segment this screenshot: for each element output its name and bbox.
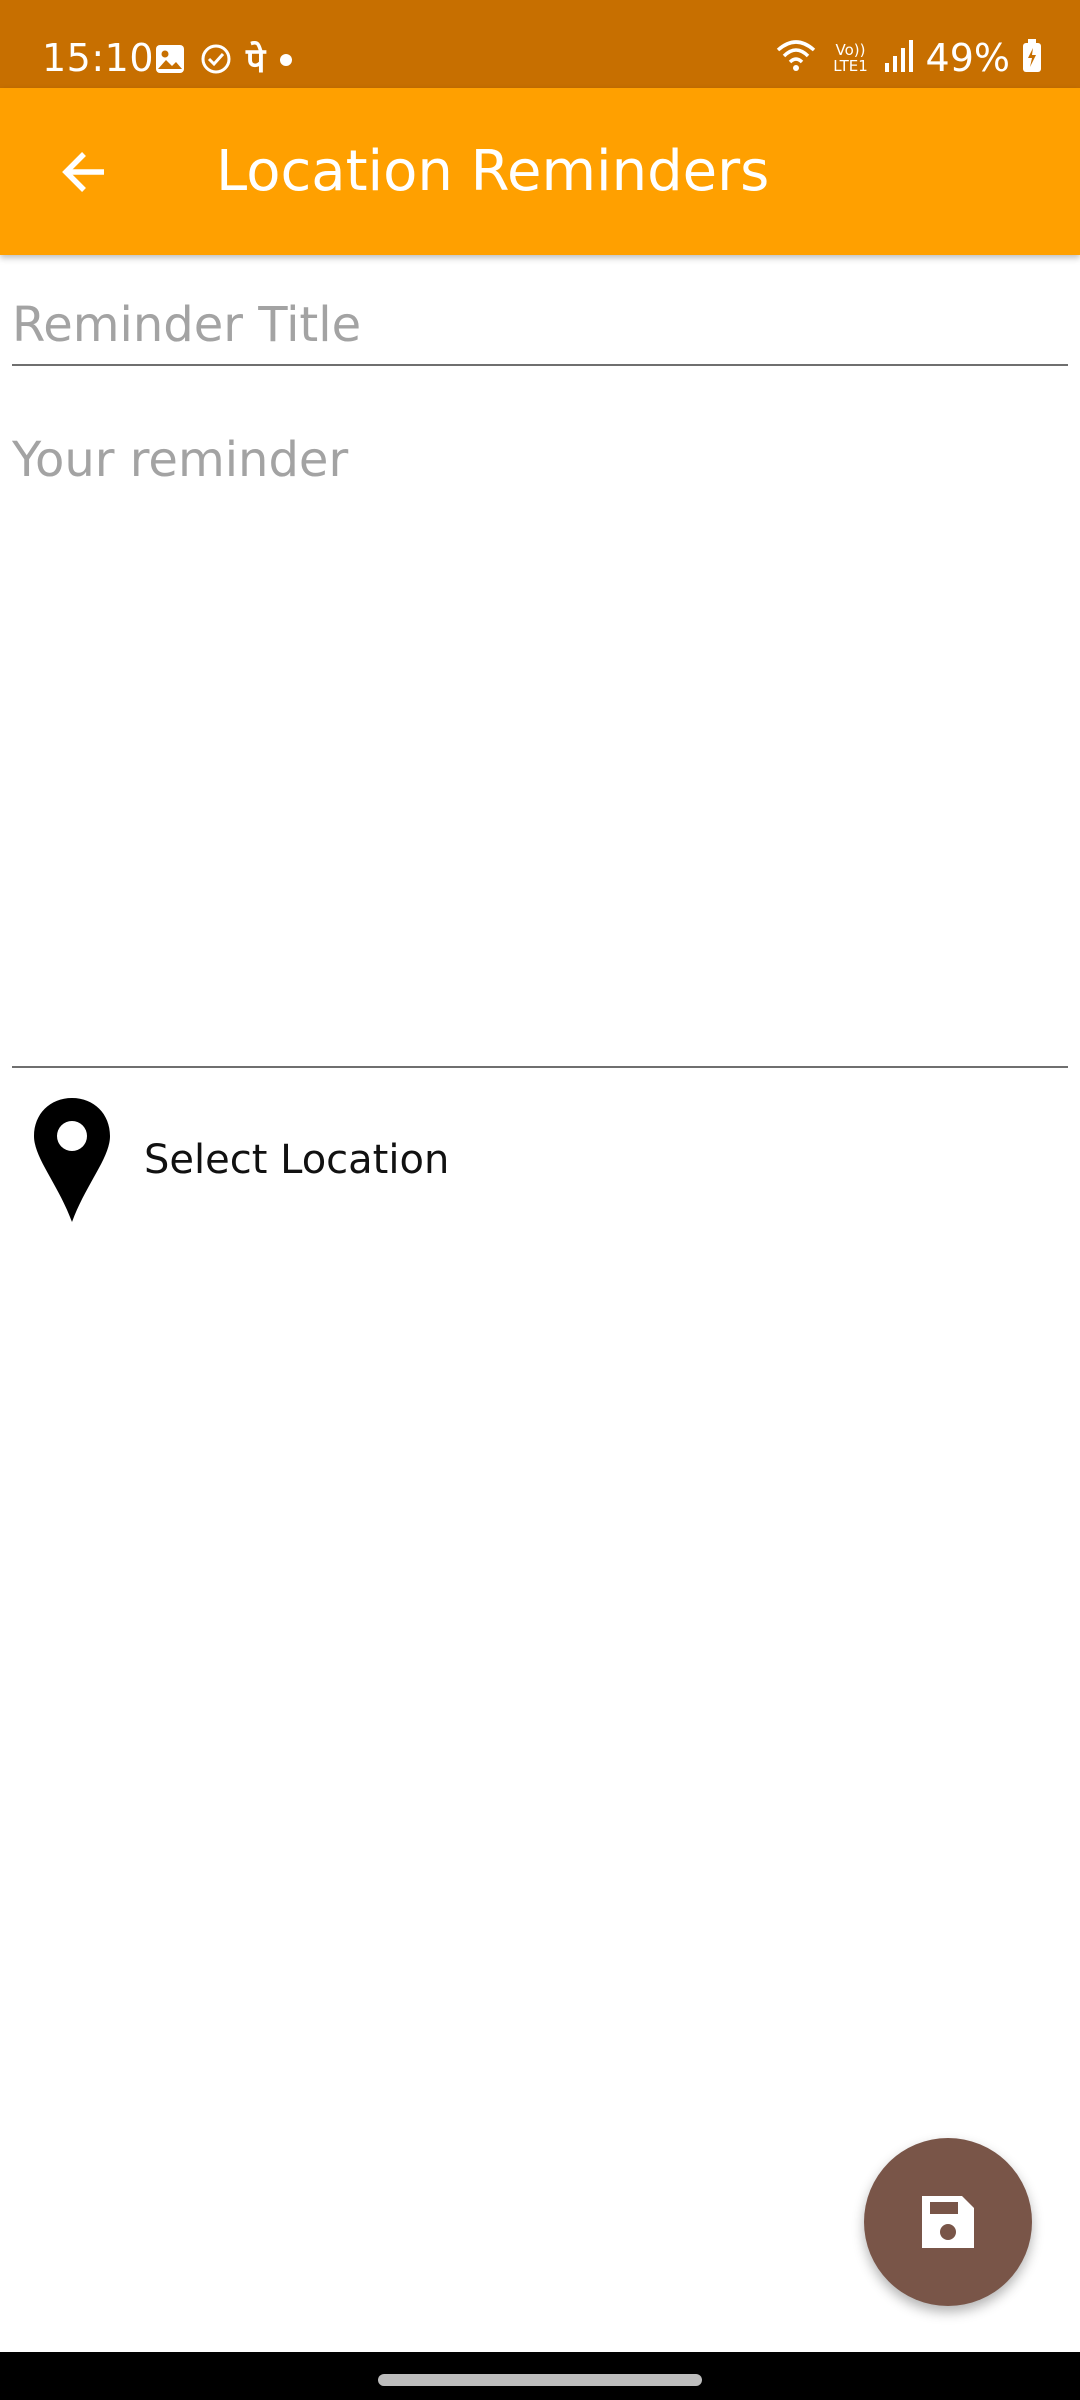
navigation-bar <box>0 2352 1080 2400</box>
save-icon <box>922 2196 974 2248</box>
dot-icon <box>279 52 293 71</box>
volte-icon: Vo)) LTE1 <box>833 41 868 75</box>
gallery-icon <box>154 43 186 79</box>
map-pin-icon <box>12 1090 132 1230</box>
arrow-left-icon <box>62 152 104 192</box>
reminder-description-field <box>12 420 1068 1068</box>
page-title: Location Reminders <box>216 139 770 204</box>
select-location-button[interactable]: Select Location <box>12 1090 612 1230</box>
wifi-icon <box>774 38 818 78</box>
save-reminder-button[interactable] <box>864 2138 1032 2306</box>
reminder-title-field <box>12 290 1068 366</box>
app-bar: Location Reminders <box>0 88 1080 255</box>
check-circle-icon <box>200 43 232 79</box>
battery-icon <box>1022 39 1042 77</box>
reminder-description-input[interactable] <box>12 428 1068 1048</box>
reminder-title-input[interactable] <box>12 290 1068 360</box>
signal-icon <box>884 39 914 77</box>
status-time: 15:10 <box>42 36 155 80</box>
system-icons: Vo)) LTE1 49% <box>774 36 1042 80</box>
back-button[interactable] <box>44 140 124 204</box>
battery-percentage: 49% <box>925 36 1010 80</box>
status-bar: 15:10 पे Vo)) LTE1 49% <box>0 0 1080 88</box>
home-indicator[interactable] <box>378 2374 702 2386</box>
select-location-label: Select Location <box>144 1137 450 1183</box>
phonepe-icon: पे <box>246 41 266 81</box>
notification-icons: पे <box>154 44 293 78</box>
